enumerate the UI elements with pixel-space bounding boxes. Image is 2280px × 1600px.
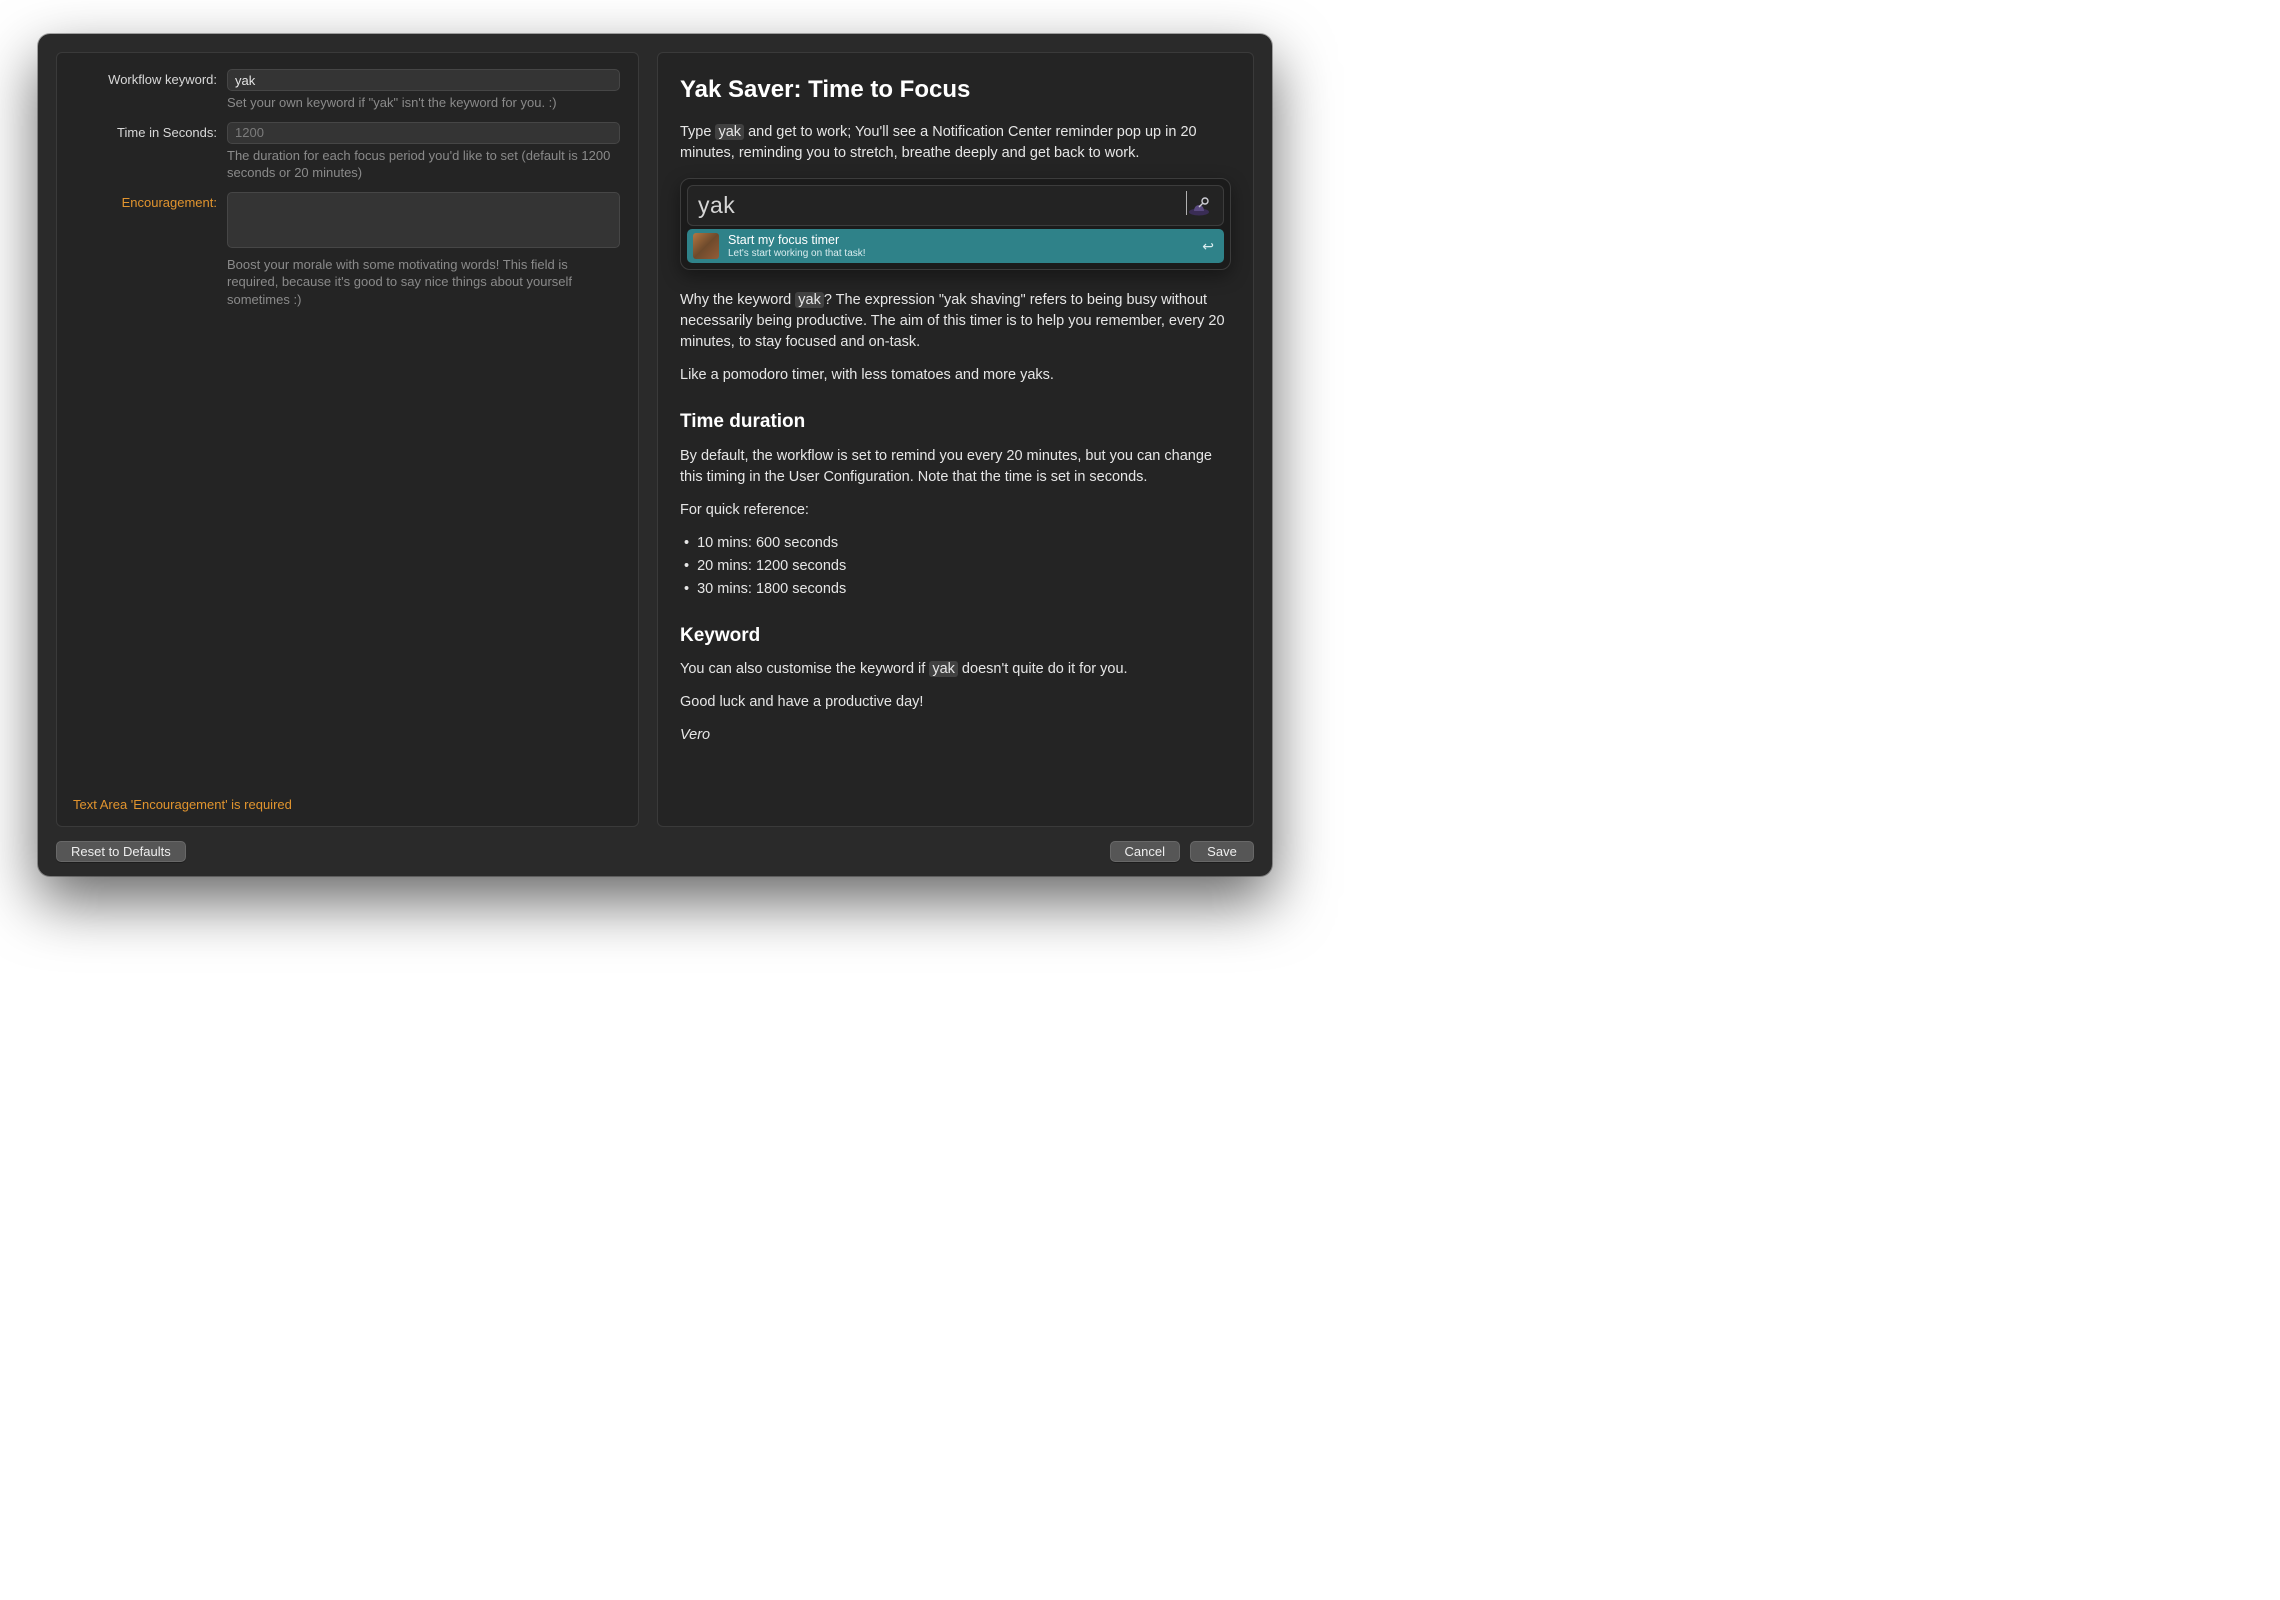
encouragement-row: Encouragement: Boost your morale with so… (69, 192, 620, 309)
workflow-keyword-input[interactable] (227, 69, 620, 91)
list-item: 10 mins: 600 seconds (684, 533, 1231, 554)
keyword-highlight: yak (795, 292, 824, 308)
alfred-query: yak (698, 189, 1185, 222)
alfred-result-item: Start my focus timer Let's start working… (687, 229, 1224, 263)
heading-keyword: Keyword (680, 622, 1231, 650)
time-reference-list: 10 mins: 600 seconds 20 mins: 1200 secon… (684, 533, 1231, 600)
alfred-result-title: Start my focus timer (728, 234, 1193, 248)
alfred-search-bar: yak (687, 185, 1224, 226)
time-seconds-help: The duration for each focus period you'd… (227, 147, 620, 182)
about-panel: Yak Saver: Time to Focus Type yak and ge… (657, 52, 1254, 827)
validation-message: Text Area 'Encouragement' is required (69, 788, 620, 812)
heading-time-duration: Time duration (680, 408, 1231, 436)
list-item: 30 mins: 1800 seconds (684, 579, 1231, 600)
return-icon: ↩ (1202, 236, 1214, 256)
about-intro: Type yak and get to work; You'll see a N… (680, 122, 1231, 164)
keyword-highlight: yak (929, 661, 958, 677)
time-duration-paragraph-1: By default, the workflow is set to remin… (680, 446, 1231, 488)
alfred-preview: yak Start my f (680, 178, 1231, 270)
keyword-paragraph: You can also customise the keyword if ya… (680, 659, 1231, 680)
about-pomodoro: Like a pomodoro timer, with less tomatoe… (680, 365, 1231, 386)
preferences-window: Workflow keyword: Set your own keyword i… (38, 34, 1272, 876)
alfred-result-subtitle: Let's start working on that task! (728, 248, 1193, 259)
workflow-keyword-row: Workflow keyword: Set your own keyword i… (69, 69, 620, 112)
signature: Vero (680, 725, 1231, 746)
encouragement-label: Encouragement: (69, 192, 217, 210)
workflow-keyword-label: Workflow keyword: (69, 69, 217, 87)
reset-defaults-button[interactable]: Reset to Defaults (56, 841, 186, 862)
time-seconds-row: Time in Seconds: The duration for each f… (69, 122, 620, 182)
keyword-highlight: yak (715, 124, 744, 140)
encouragement-textarea[interactable] (227, 192, 620, 248)
about-why: Why the keyword yak? The expression "yak… (680, 290, 1231, 353)
encouragement-help: Boost your morale with some motivating w… (227, 256, 620, 309)
time-duration-paragraph-2: For quick reference: (680, 500, 1231, 521)
goodluck-paragraph: Good luck and have a productive day! (680, 692, 1231, 713)
footer-bar: Reset to Defaults Cancel Save (56, 841, 1254, 862)
workflow-keyword-help: Set your own keyword if "yak" isn't the … (227, 94, 620, 112)
save-button[interactable]: Save (1190, 841, 1254, 862)
list-item: 20 mins: 1200 seconds (684, 556, 1231, 577)
alfred-hat-icon (1185, 192, 1213, 220)
alfred-result-thumbnail-icon (693, 233, 719, 259)
configuration-panel: Workflow keyword: Set your own keyword i… (56, 52, 639, 827)
cancel-button[interactable]: Cancel (1110, 841, 1180, 862)
time-seconds-input[interactable] (227, 122, 620, 144)
about-title: Yak Saver: Time to Focus (680, 73, 1231, 108)
time-seconds-label: Time in Seconds: (69, 122, 217, 140)
